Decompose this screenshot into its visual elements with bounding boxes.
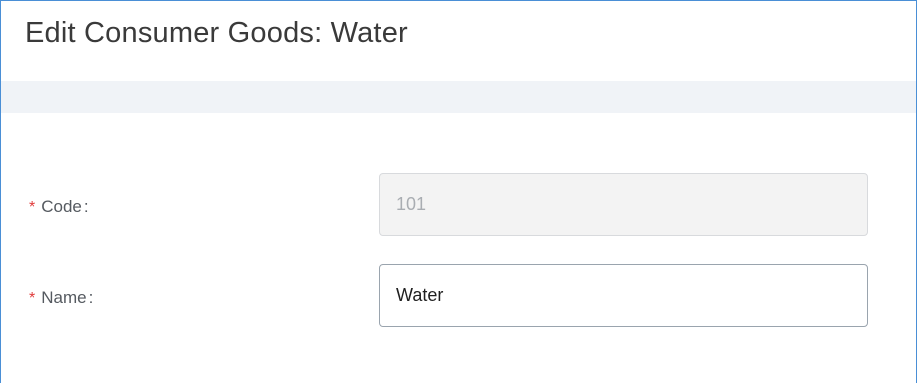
name-label-colon: : [88,288,94,307]
required-indicator: * [29,290,36,307]
name-input[interactable] [379,264,868,327]
code-label-text: Code [41,197,82,216]
name-label-text: Name [41,288,87,307]
required-indicator: * [29,199,36,216]
dialog-header: Edit Consumer Goods: Water [1,1,916,81]
dialog-title: Edit Consumer Goods: Water [25,17,408,49]
code-label: * Code: [29,197,89,217]
name-row: * Name: [1,264,916,328]
name-label: * Name: [29,288,93,308]
code-row: * Code: [1,173,916,237]
header-divider-band [1,81,916,113]
code-input[interactable] [379,173,868,236]
code-label-colon: : [83,197,89,216]
edit-dialog: Edit Consumer Goods: Water * Code: * Name: [0,0,917,383]
